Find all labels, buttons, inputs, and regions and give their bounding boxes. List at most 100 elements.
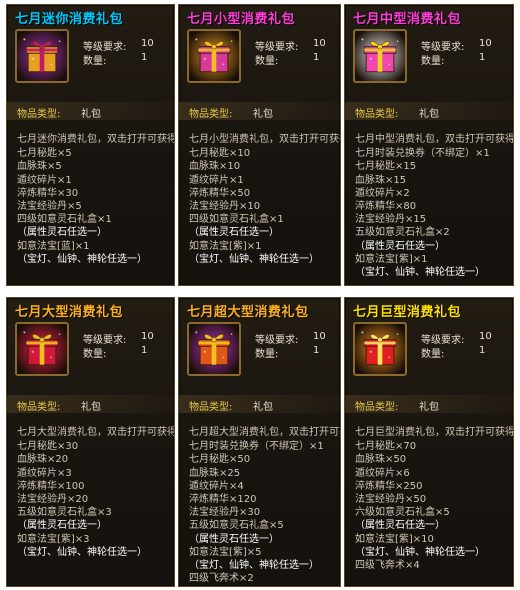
reward-line: 如意法宝[紫]×1 (189, 240, 262, 252)
reward-line: 法宝经验丹×30 (189, 507, 261, 519)
quantity-value: 1 (313, 345, 320, 356)
reward-line: 血脉珠×50 (355, 454, 407, 466)
quantity-label: 数量: (83, 349, 107, 360)
item-icon-slot[interactable] (353, 29, 407, 83)
item-description: 七月小型消费礼包，双击打开可获得: (189, 134, 341, 145)
item-icon-slot[interactable] (187, 29, 241, 83)
reward-line: 法宝经验丹×15 (355, 214, 427, 226)
item-type-value: 礼包 (419, 109, 439, 120)
level-requirement-label: 等级要求: (83, 335, 127, 346)
gift-box-icon (17, 324, 67, 374)
item-type-row: 物品类型: 礼包 (179, 102, 340, 120)
quantity-value: 1 (141, 345, 148, 356)
level-requirement-value: 10 (479, 38, 492, 49)
item-icon-slot[interactable] (15, 29, 69, 83)
item-description: 七月中型消费礼包，双击打开可获得: (355, 134, 514, 145)
reward-line: 遁纹碎片×4 (189, 480, 244, 492)
gift-box-icon (17, 31, 67, 81)
level-requirement-label: 等级要求: (255, 335, 299, 346)
reward-line: 七月秘匙×50 (189, 454, 251, 466)
item-tooltip-card: 七月小型消费礼包 等级要求: 10 数量: 1 物品类型: 礼包 七月小型消费礼… (178, 4, 341, 286)
item-tooltip-card: 七月中型消费礼包 等级要求: 10 数量: 1 物品类型: 礼包 七月中型消费礼… (344, 4, 514, 286)
item-description: 七月大型消费礼包，双击打开可获得: (17, 427, 175, 438)
reward-line: （宝灯、仙钟、神轮任选一） (189, 560, 319, 572)
item-type-label: 物品类型: (17, 109, 61, 120)
quantity-label: 数量: (255, 349, 279, 360)
reward-list: 七月大型消费礼包，双击打开可获得: 七月秘匙×30 血脉珠×20 遁纹碎片×3 淬炼精… (17, 426, 175, 559)
reward-line: 如意法宝[紫]×3 (17, 533, 90, 545)
reward-line: 七月秘匙×70 (355, 441, 417, 453)
reward-line: 淬炼精华×30 (17, 187, 79, 199)
reward-line: 血脉珠×5 (17, 161, 62, 173)
quantity-label: 数量: (255, 56, 279, 67)
item-tooltip-card: 七月超大型消费礼包 等级要求: 10 数量: 1 物品类型: 礼包 七月超大型消… (178, 297, 341, 587)
item-icon-slot[interactable] (353, 322, 407, 376)
reward-line: 七月时装兑换券（不绑定）×1 (355, 148, 490, 160)
reward-line: 血脉珠×25 (189, 467, 241, 479)
reward-line: （宝灯、仙钟、神轮任选一） (189, 253, 319, 265)
reward-line: （属性灵石任选一） (355, 520, 445, 532)
reward-line: 淬炼精华×250 (355, 480, 423, 492)
item-type-value: 礼包 (81, 402, 101, 413)
quantity-value: 1 (313, 52, 320, 63)
level-requirement-label: 等级要求: (421, 335, 465, 346)
item-description: 七月巨型消费礼包，双击打开可获得: (355, 427, 514, 438)
item-title: 七月中型消费礼包 (353, 12, 462, 27)
quantity-value: 1 (141, 52, 148, 63)
level-requirement-label: 等级要求: (421, 42, 465, 53)
item-title: 七月大型消费礼包 (15, 305, 124, 320)
quantity-label: 数量: (421, 349, 445, 360)
reward-line: 六级如意灵石礼盒×5 (355, 507, 450, 519)
reward-line: 淬炼精华×100 (17, 480, 85, 492)
reward-line: 法宝经验丹×5 (17, 201, 82, 213)
level-requirement-label: 等级要求: (83, 42, 127, 53)
item-type-label: 物品类型: (189, 109, 233, 120)
gift-box-icon (355, 31, 405, 81)
level-requirement-label: 等级要求: (255, 42, 299, 53)
reward-line: 如意法宝[蓝]×1 (17, 240, 90, 252)
reward-line: （属性灵石任选一） (189, 533, 279, 545)
item-icon-slot[interactable] (187, 322, 241, 376)
reward-line: 五级如意灵石礼盒×2 (355, 227, 450, 239)
item-icon-slot[interactable] (15, 322, 69, 376)
reward-line: 遁纹碎片×1 (189, 174, 244, 186)
quantity-label: 数量: (421, 56, 445, 67)
item-tooltip-card: 七月迷你消费礼包 等级要求: 10 数量: 1 物品类型: 礼包 七月迷你消费礼… (6, 4, 175, 286)
reward-line: 如意法宝[紫]×10 (355, 533, 434, 545)
gift-box-icon (355, 324, 405, 374)
item-tooltip-card: 七月巨型消费礼包 等级要求: 10 数量: 1 物品类型: 礼包 七月巨型消费礼… (344, 297, 514, 587)
item-type-value: 礼包 (81, 109, 101, 120)
reward-line: 血脉珠×15 (355, 174, 407, 186)
reward-line: （属性灵石任选一） (355, 240, 445, 252)
reward-list: 七月超大型消费礼包，双击打开可获得: 七月时装兑换券（不绑定）×1七月秘匙×50… (189, 426, 340, 585)
reward-line: 法宝经验丹×50 (355, 494, 427, 506)
reward-line: 七月时装兑换券（不绑定）×1 (189, 441, 324, 453)
level-requirement-value: 10 (313, 331, 326, 342)
reward-line: 淬炼精华×120 (189, 494, 257, 506)
item-type-row: 物品类型: 礼包 (345, 102, 513, 120)
reward-line: 四级飞奔术×4 (355, 560, 420, 572)
level-requirement-value: 10 (479, 331, 492, 342)
item-title: 七月巨型消费礼包 (353, 305, 462, 320)
item-title: 七月迷你消费礼包 (15, 12, 124, 27)
reward-line: （属性灵石任选一） (189, 227, 279, 239)
reward-list: 七月中型消费礼包，双击打开可获得: 七月时装兑换券（不绑定）×1 七月秘匙×15 血… (355, 133, 514, 279)
quantity-label: 数量: (83, 56, 107, 67)
reward-line: （宝灯、仙钟、神轮任选一） (17, 546, 147, 558)
reward-list: 七月迷你消费礼包，双击打开可获得: 七月秘匙×5 血脉珠×5 遁纹碎片×1 淬炼精华×… (17, 133, 175, 266)
item-type-value: 礼包 (253, 109, 273, 120)
item-description: 七月迷你消费礼包，双击打开可获得: (17, 134, 175, 145)
reward-list: 七月小型消费礼包，双击打开可获得: 七月秘匙×10 血脉珠×10 遁纹碎片×1 淬炼精… (189, 133, 341, 266)
item-type-value: 礼包 (253, 402, 273, 413)
reward-line: 血脉珠×10 (189, 161, 241, 173)
quantity-value: 1 (479, 345, 486, 356)
quantity-value: 1 (479, 52, 486, 63)
reward-line: 如意法宝[紫]×5 (189, 546, 262, 558)
reward-line: 遁纹碎片×6 (355, 467, 410, 479)
reward-line: 七月秘匙×15 (355, 161, 417, 173)
reward-line: （宝灯、仙钟、神轮任选一） (355, 546, 485, 558)
reward-line: 七月秘匙×10 (189, 148, 251, 160)
reward-line: （宝灯、仙钟、神轮任选一） (17, 253, 147, 265)
reward-line: 四级如意灵石礼盒×1 (189, 214, 284, 226)
reward-line: （宝灯、仙钟、神轮任选一） (355, 267, 485, 279)
